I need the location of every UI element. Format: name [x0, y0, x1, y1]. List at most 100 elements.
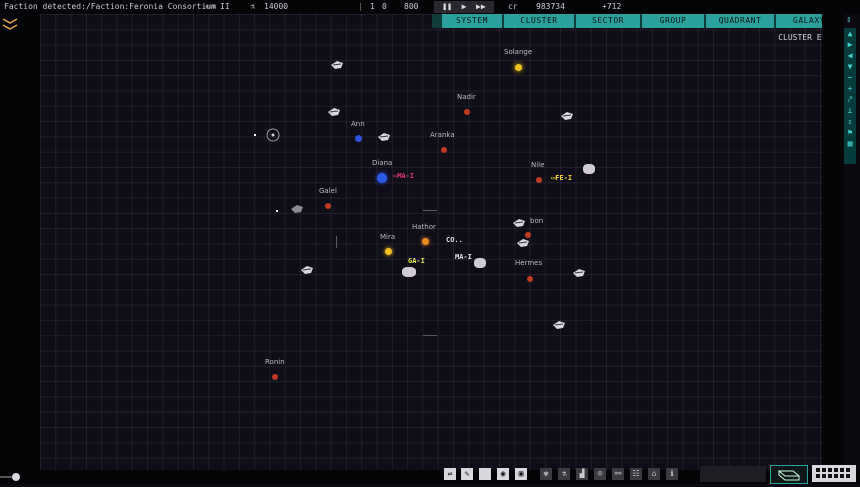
play-icon[interactable]: ▶	[462, 2, 467, 11]
plus-icon[interactable]: +	[844, 83, 856, 94]
system-ronin[interactable]	[272, 374, 278, 380]
system-label: Galel	[319, 187, 337, 195]
fleet-label[interactable]: MA-I	[455, 253, 472, 261]
tab-sector[interactable]: SECTOR	[576, 14, 640, 28]
ship-icon[interactable]	[560, 111, 574, 121]
system-label: Aranka	[430, 131, 455, 139]
system-label: Hermes	[515, 259, 543, 267]
arrow-up-icon[interactable]: ▲	[844, 28, 856, 39]
fleet-tool-icon[interactable]: ⇌	[444, 468, 456, 480]
tab-system[interactable]: SYSTEM	[442, 14, 502, 28]
ship-icon[interactable]	[572, 268, 586, 278]
fleet-label[interactable]: CO..	[446, 236, 463, 244]
flask-icon[interactable]: ⚗	[558, 468, 570, 480]
edit-icon[interactable]: ✎	[461, 468, 473, 480]
arrow-right-icon[interactable]: ▶	[844, 39, 856, 50]
value-e: 800	[404, 2, 419, 11]
system-hathor[interactable]	[422, 238, 429, 245]
map-tick	[423, 335, 437, 336]
system-label: Hathor	[412, 223, 436, 231]
scale-arrows-icon[interactable]: ⇕	[846, 15, 851, 25]
galaxy-map[interactable]: Solange Nadir Ann Aranka Diana Nile Gale…	[40, 14, 822, 470]
fleet-name: MA-I	[397, 172, 415, 180]
network-icon[interactable]: ⚯	[612, 468, 624, 480]
divider-icon: |	[358, 2, 363, 11]
person-icon[interactable]: ☺	[594, 468, 606, 480]
currency-label: cr	[508, 2, 518, 11]
blank-tool-icon[interactable]	[479, 468, 491, 480]
system-label: Nile	[531, 161, 545, 169]
cube-icon[interactable]: ▣	[515, 468, 527, 480]
system-label: bon	[530, 217, 544, 225]
value-d: 0	[382, 2, 387, 11]
system-nile[interactable]	[536, 177, 542, 183]
fleet-label[interactable]: ▭FE-I	[551, 174, 572, 182]
pause-icon[interactable]: ❚❚	[442, 2, 452, 11]
ship-icon[interactable]	[300, 265, 314, 275]
building-icon[interactable]: ⌂	[648, 468, 660, 480]
expand-icon[interactable]: ⇕	[844, 116, 856, 127]
system-solange[interactable]	[515, 64, 522, 71]
system-galel[interactable]	[325, 203, 331, 209]
diplomacy-icon[interactable]: ⟺	[205, 0, 216, 14]
station-icon[interactable]	[474, 258, 486, 268]
map-tick	[336, 236, 337, 248]
notification-text[interactable]: Faction detected:/Faction:Feronia Consor…	[4, 0, 216, 14]
system-mira[interactable]	[385, 248, 392, 255]
grid-icon[interactable]: ▦	[844, 138, 856, 149]
grid-view-icon	[816, 468, 850, 478]
fast-forward-icon[interactable]: ▶▶	[476, 2, 486, 11]
system-nadir[interactable]	[464, 109, 470, 115]
pin-icon[interactable]: ⊥	[844, 105, 856, 116]
target-icon[interactable]: ◉	[497, 468, 509, 480]
research-value: 14000	[264, 2, 289, 11]
sliders-icon[interactable]: ☷	[630, 468, 642, 480]
arrow-left-icon[interactable]: ◀	[844, 50, 856, 61]
ship-icon[interactable]	[516, 238, 530, 248]
info-icon[interactable]: ℹ	[666, 468, 678, 480]
fleet-label[interactable]: GA-I	[408, 257, 425, 265]
tab-cluster[interactable]: CLUSTER	[504, 14, 574, 28]
fleet-label[interactable]: ▭MA-I	[393, 172, 414, 180]
ship-icon[interactable]	[377, 132, 391, 142]
fleet-name: FE-I	[555, 174, 573, 182]
system-label: Diana	[372, 159, 393, 167]
minus-icon[interactable]: −	[844, 72, 856, 83]
menu-chevrons-icon[interactable]	[2, 16, 18, 32]
credits-value: 983734	[536, 2, 565, 11]
ship-icon[interactable]	[552, 320, 566, 330]
chart-icon[interactable]: ▟	[576, 468, 588, 480]
system-label: Mira	[380, 233, 396, 241]
route-icon[interactable]: ⤤	[844, 94, 856, 105]
tab-group[interactable]: GROUP	[642, 14, 704, 28]
flower-icon[interactable]: ✾	[540, 468, 552, 480]
fleet-name: MA-I	[455, 253, 472, 261]
minimap-area[interactable]	[700, 466, 766, 482]
system-ann[interactable]	[355, 135, 362, 142]
map-tick	[423, 210, 437, 211]
cube-view-icon	[777, 470, 801, 481]
fleet-name: GA-I	[408, 257, 425, 265]
system-label: Nadir	[457, 93, 476, 101]
view-toggle-grid[interactable]	[812, 465, 856, 482]
income-value: +712	[602, 2, 622, 11]
system-aranka[interactable]	[441, 147, 447, 153]
timeline-handle[interactable]	[12, 473, 20, 481]
ship-icon[interactable]	[327, 107, 341, 117]
ship-icon[interactable]	[290, 204, 304, 214]
flag-icon[interactable]: ⚑	[844, 127, 856, 138]
waypoint-marker-icon[interactable]	[265, 127, 281, 143]
view-toggle-3d[interactable]	[770, 465, 808, 484]
system-diana[interactable]	[377, 173, 387, 183]
fleet-name: CO..	[446, 236, 463, 244]
ship-icon[interactable]	[330, 60, 344, 70]
system-label: Solange	[504, 48, 533, 56]
system-hermes[interactable]	[527, 276, 533, 282]
arrow-down-icon[interactable]: ▼	[844, 61, 856, 72]
map-scale-tabs: SYSTEM CLUSTER SECTOR GROUP QUADRANT GAL…	[432, 14, 844, 28]
station-icon[interactable]	[583, 164, 595, 174]
ship-icon[interactable]	[512, 218, 526, 228]
tab-quadrant[interactable]: QUADRANT	[706, 14, 774, 28]
station-icon[interactable]	[402, 267, 416, 277]
flask-icon: ⚗	[250, 2, 255, 11]
